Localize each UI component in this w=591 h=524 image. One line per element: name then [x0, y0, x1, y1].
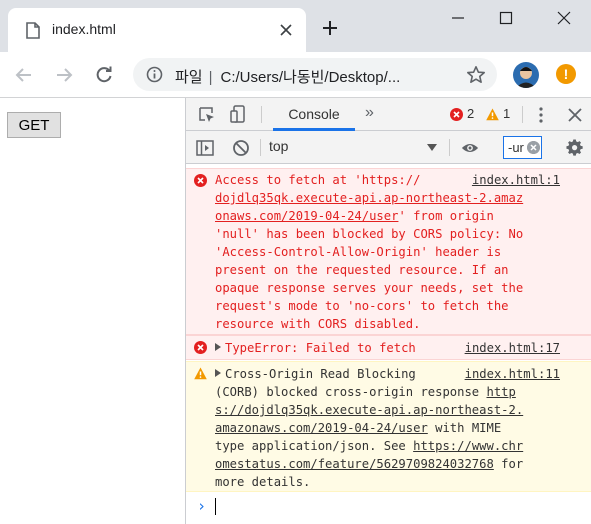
- message-line: 'Access-Control-Allow-Origin' header is: [215, 245, 502, 259]
- console-settings-gear-icon[interactable]: [566, 139, 584, 157]
- url-text: 파일 | C:/Users/나동빈/Desktop/...: [175, 69, 401, 86]
- maximize-icon[interactable]: [498, 10, 514, 26]
- message-line[interactable]: Cross-Origin Read Blocking: [215, 365, 416, 383]
- console-message-error[interactable]: Access to fetch at 'https:// index.html:…: [186, 168, 591, 335]
- tab-console[interactable]: Console: [273, 98, 355, 131]
- warning-icon: [486, 108, 499, 121]
- error-icon: [194, 174, 207, 187]
- toolbar-divider: [260, 139, 261, 156]
- warning-icon: [194, 367, 207, 380]
- message-line: present on the requested resource. If an: [215, 263, 509, 277]
- message-url-link[interactable]: https://www.chr: [413, 439, 523, 453]
- update-alert-icon[interactable]: !: [556, 64, 576, 84]
- message-line: onaws.com/2019-04-24/user' from origin: [215, 209, 494, 223]
- execution-context-select[interactable]: top: [269, 138, 288, 154]
- expand-triangle-icon[interactable]: [215, 369, 221, 377]
- error-icon: [450, 108, 463, 121]
- more-tabs-icon[interactable]: »: [365, 104, 374, 122]
- console-toolbar: top -ur: [186, 131, 591, 164]
- text-cursor: [215, 498, 216, 515]
- toolbar-divider: [261, 106, 262, 123]
- message-source-link[interactable]: index.html:11: [465, 365, 560, 383]
- message-line: 'null' has been blocked by CORS policy: …: [215, 227, 524, 241]
- back-arrow-icon[interactable]: [14, 65, 34, 85]
- new-tab-icon[interactable]: [322, 20, 338, 36]
- devtools-tab-bar: Console » 2 1: [186, 98, 591, 131]
- message-line: opaque response serves your needs, set t…: [215, 281, 524, 295]
- close-devtools-icon[interactable]: [566, 106, 584, 124]
- avatar-image: [513, 62, 539, 88]
- message-source-link[interactable]: index.html:1: [472, 171, 560, 189]
- live-expression-eye-icon[interactable]: [461, 139, 479, 157]
- message-url-link[interactable]: amazonaws.com/2019-04-24/user: [215, 421, 428, 435]
- message-line: more details.: [215, 475, 311, 489]
- url-path: C:/Users/나동빈/Desktop/...: [220, 69, 401, 86]
- clear-filter-icon[interactable]: [527, 141, 540, 154]
- tab-title: index.html: [52, 21, 116, 37]
- message-line: request's mode to 'no-cors' to fetch the: [215, 299, 509, 313]
- page-icon: [26, 22, 40, 39]
- clear-console-icon[interactable]: [232, 139, 250, 157]
- console-prompt[interactable]: ›: [186, 492, 591, 524]
- console-message-warning[interactable]: Cross-Origin Read Blocking index.html:11…: [186, 361, 591, 492]
- console-message-error[interactable]: TypeError: Failed to fetch index.html:17: [186, 335, 591, 360]
- device-toolbar-icon[interactable]: [230, 105, 248, 123]
- message-source-link[interactable]: index.html:17: [465, 339, 560, 357]
- warning-count: 1: [503, 106, 511, 121]
- info-icon[interactable]: [146, 66, 163, 83]
- devtools-panel: Console » 2 1 top -ur Access to fetch at…: [185, 98, 591, 524]
- message-line: omestatus.com/feature/5629709824032768 f…: [215, 457, 524, 471]
- toolbar-divider: [449, 139, 450, 156]
- url-scheme: 파일: [175, 69, 203, 86]
- message-line: (CORB) blocked cross-origin response htt…: [215, 385, 516, 399]
- message-url-link[interactable]: s://dojdlq35qk.execute-api.ap-northeast-…: [215, 401, 523, 419]
- kebab-menu-icon[interactable]: [532, 106, 550, 124]
- reload-icon[interactable]: [94, 65, 114, 85]
- chevron-down-icon[interactable]: [427, 144, 437, 151]
- message-line: type application/json. See https://www.c…: [215, 439, 524, 453]
- message-url-link[interactable]: dojdlq35qk.execute-api.ap-northeast-2.am…: [215, 189, 523, 207]
- message-url-link[interactable]: http: [487, 385, 516, 399]
- message-line: resource with CORS disabled.: [215, 317, 421, 331]
- message-line: amazonaws.com/2019-04-24/user with MIME: [215, 421, 502, 435]
- message-url-link[interactable]: onaws.com/2019-04-24/user: [215, 209, 398, 223]
- profile-avatar[interactable]: [513, 62, 539, 88]
- bookmark-star-icon[interactable]: [466, 65, 486, 85]
- sidebar-toggle-icon[interactable]: [196, 139, 214, 157]
- expand-triangle-icon[interactable]: [215, 343, 221, 351]
- address-bar[interactable]: 파일 | C:/Users/나동빈/Desktop/...: [133, 58, 497, 91]
- message-line: Access to fetch at 'https://: [215, 173, 421, 187]
- browser-tab[interactable]: index.html: [8, 8, 306, 52]
- error-icon: [194, 341, 207, 354]
- minimize-icon[interactable]: [450, 10, 466, 26]
- message-url-link[interactable]: omestatus.com/feature/5629709824032768: [215, 457, 494, 471]
- inspect-element-icon[interactable]: [198, 106, 216, 124]
- prompt-chevron-icon: ›: [197, 497, 207, 515]
- get-button[interactable]: GET: [7, 112, 61, 138]
- browser-toolbar: 파일 | C:/Users/나동빈/Desktop/...: [0, 52, 591, 98]
- title-bar: index.html: [0, 0, 591, 52]
- window-close-icon[interactable]: [556, 10, 572, 26]
- toolbar-divider: [522, 106, 523, 123]
- message-line[interactable]: TypeError: Failed to fetch: [215, 339, 416, 357]
- forward-arrow-icon[interactable]: [54, 65, 74, 85]
- error-count: 2: [467, 106, 475, 121]
- close-icon[interactable]: [278, 22, 294, 38]
